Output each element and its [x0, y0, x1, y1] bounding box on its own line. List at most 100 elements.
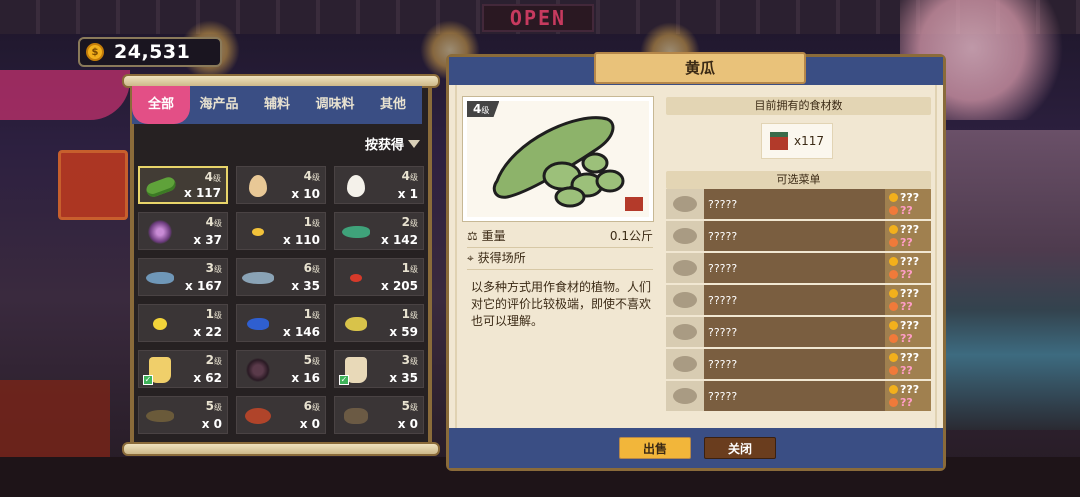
tang-fish-icon: [241, 309, 275, 339]
right-wall: [945, 130, 1080, 430]
menu-row[interactable]: ??????????: [666, 221, 931, 251]
menu-name: ?????: [708, 197, 738, 211]
coin-icon: [889, 321, 898, 330]
tab-other[interactable]: 其他: [364, 86, 422, 124]
coin-icon: [889, 353, 898, 362]
inventory-item[interactable]: 3级 x 35 ✓: [334, 350, 424, 388]
menu-name: ?????: [708, 389, 738, 403]
item-level: 3级: [205, 261, 222, 275]
menu-price-box: ?????: [885, 317, 931, 347]
inventory-item[interactable]: 2级 x 142: [334, 212, 424, 250]
item-quantity: x 0: [397, 417, 418, 431]
item-quantity: x 205: [381, 279, 418, 293]
item-quantity: x 146: [283, 325, 320, 339]
inventory-item[interactable]: 1级 x 59: [334, 304, 424, 342]
menu-rating: ??: [900, 396, 913, 409]
urchin-dark-icon: [241, 355, 275, 385]
menu-rating: ??: [900, 364, 913, 377]
inventory-item[interactable]: 2级 x 62 ✓: [138, 350, 228, 388]
item-level: 4级: [204, 170, 221, 184]
inventory-item[interactable]: 1级 x 205: [334, 258, 424, 296]
red-fish-icon: [339, 263, 373, 293]
menu-rating: ??: [900, 236, 913, 249]
shop-icon: [769, 132, 788, 150]
item-level: 4级: [303, 169, 320, 183]
item-level: 6级: [303, 261, 320, 275]
menu-name: ?????: [708, 325, 738, 339]
menu-price-box: ?????: [885, 189, 931, 219]
menu-row[interactable]: ??????????: [666, 285, 931, 315]
menu-row[interactable]: ??????????: [666, 189, 931, 219]
item-level: 1级: [401, 261, 418, 275]
inventory-item[interactable]: 5级 x 0: [138, 396, 228, 434]
item-grid: 4级 x 117 4级 x 10 4级 x 1 4级 x 37 1级 x 110 2级 x 142 3级…: [138, 166, 424, 434]
unknown-dish-icon: [666, 381, 704, 411]
item-quantity: x 10: [291, 187, 320, 201]
inventory-item[interactable]: 5级 x 16: [236, 350, 326, 388]
category-tabs: 全部 海产品 辅料 调味料 其他: [132, 86, 422, 124]
menu-price: ???: [900, 287, 920, 300]
unknown-dish-icon: [666, 253, 704, 283]
coin-icon: [889, 193, 898, 202]
awning-decoration: [0, 70, 130, 120]
coin-counter: $ 24,531: [78, 37, 222, 67]
menu-price-box: ?????: [885, 285, 931, 315]
menu-price: ???: [900, 191, 920, 204]
unknown-dish-icon: [666, 317, 704, 347]
inventory-item[interactable]: 6级 x 35: [236, 258, 326, 296]
menu-price-box: ?????: [885, 253, 931, 283]
inventory-item[interactable]: 1级 x 110: [236, 212, 326, 250]
pot-icon: [339, 401, 373, 431]
menu-name: ?????: [708, 229, 738, 243]
coin-icon: [889, 385, 898, 394]
menu-row[interactable]: ??????????: [666, 253, 931, 283]
rating-icon: [889, 334, 898, 343]
menu-row[interactable]: ??????????: [666, 317, 931, 347]
item-level: 4级: [205, 215, 222, 229]
menu-price-box: ?????: [885, 221, 931, 251]
inventory-item[interactable]: 4级 x 37: [138, 212, 228, 250]
blue-fish-icon: [143, 263, 177, 293]
menu-list[interactable]: ????????????????????????????????????????…: [666, 189, 931, 415]
menu-rating: ??: [900, 204, 913, 217]
inventory-item[interactable]: 1级 x 146: [236, 304, 326, 342]
inventory-item[interactable]: 5级 x 0: [334, 396, 424, 434]
item-level: 3级: [401, 353, 418, 367]
inventory-item[interactable]: 4级 x 10: [236, 166, 326, 204]
tab-seasoning[interactable]: 调味料: [306, 86, 364, 124]
green-fish-icon: [339, 217, 373, 247]
menu-rating: ??: [900, 300, 913, 313]
shark-icon: [241, 263, 275, 293]
item-level: 5级: [205, 399, 222, 413]
location-row: ⌖ 获得场所: [467, 249, 653, 270]
item-level: 1级: [303, 215, 320, 229]
item-level: 1级: [401, 307, 418, 321]
inventory-item[interactable]: 1级 x 22: [138, 304, 228, 342]
menu-row[interactable]: ??????????: [666, 381, 931, 411]
rating-icon: [889, 206, 898, 215]
close-button[interactable]: 关闭: [704, 437, 776, 459]
tab-all[interactable]: 全部: [132, 86, 190, 124]
menu-rating: ??: [900, 268, 913, 281]
item-level: 5级: [303, 353, 320, 367]
sell-button[interactable]: 出售: [619, 437, 691, 459]
inventory-item[interactable]: 3级 x 167: [138, 258, 228, 296]
inventory-item[interactable]: 6级 x 0: [236, 396, 326, 434]
menu-price: ???: [900, 319, 920, 332]
item-quantity: x 0: [201, 417, 222, 431]
detail-bottom-band: [449, 428, 943, 468]
inventory-item[interactable]: 4级 x 1: [334, 166, 424, 204]
tab-seafood[interactable]: 海产品: [190, 86, 248, 124]
item-level: 5级: [401, 399, 418, 413]
location-label: ⌖ 获得场所: [467, 251, 526, 265]
item-quantity: x 0: [299, 417, 320, 431]
item-level: 1级: [205, 307, 222, 321]
item-level: 4级: [401, 169, 418, 183]
sort-dropdown[interactable]: 按获得: [365, 134, 420, 153]
tab-ingredients[interactable]: 辅料: [248, 86, 306, 124]
menu-row[interactable]: ??????????: [666, 349, 931, 379]
item-level: 2级: [401, 215, 418, 229]
cucumber-illustration: [492, 116, 625, 208]
coin-icon: [889, 289, 898, 298]
inventory-item[interactable]: 4级 x 117: [138, 166, 228, 204]
